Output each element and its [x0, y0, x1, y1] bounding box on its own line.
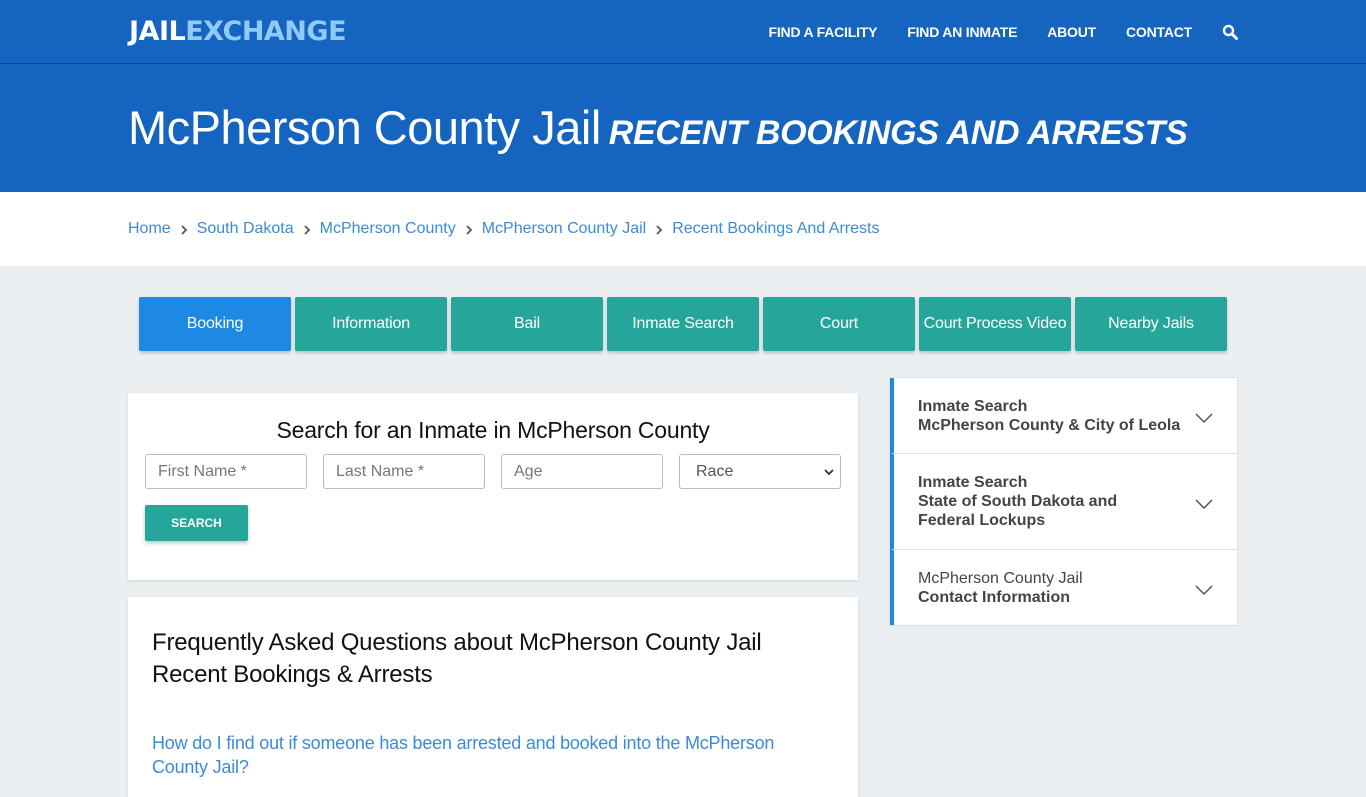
- breadcrumb-south-dakota[interactable]: South Dakota: [197, 220, 294, 238]
- chevron-down-icon: [1195, 496, 1213, 509]
- tab-nearby-jails[interactable]: Nearby Jails: [1075, 297, 1227, 351]
- breadcrumb-mcpherson-county[interactable]: McPherson County: [320, 220, 456, 238]
- breadcrumb: Home South Dakota McPherson County McPhe…: [0, 192, 1366, 266]
- page-title: McPherson County Jail RECENT BOOKINGS AND…: [128, 64, 1188, 155]
- inmate-search-card: Search for an Inmate in McPherson County…: [128, 393, 858, 580]
- tab-court[interactable]: Court: [763, 297, 915, 351]
- chevron-down-icon: [824, 463, 834, 481]
- first-name-input[interactable]: First Name *: [145, 454, 307, 489]
- faq-title: Frequently Asked Questions about McPhers…: [152, 627, 834, 691]
- search-icon[interactable]: [1222, 24, 1238, 40]
- accordion-label: Inmate Search McPherson County & City of…: [918, 397, 1180, 435]
- accordion-inmate-search-county[interactable]: Inmate Search McPherson County & City of…: [890, 378, 1237, 454]
- race-select-value: Race: [696, 462, 734, 480]
- search-fields: First Name * Last Name * Age Race: [128, 454, 858, 489]
- nav-contact[interactable]: CONTACT: [1126, 24, 1192, 40]
- chevron-right-icon: [303, 223, 311, 235]
- logo-jail-text: JAIL: [129, 16, 186, 47]
- chevron-down-icon: [1195, 410, 1213, 423]
- main-nav: FIND A FACILITY FIND AN INMATE ABOUT CON…: [739, 0, 1238, 64]
- chevron-down-icon: [1195, 582, 1213, 595]
- tab-booking[interactable]: Booking: [139, 297, 291, 351]
- page-hero: McPherson County Jail RECENT BOOKINGS AND…: [0, 64, 1366, 192]
- breadcrumb-recent-bookings[interactable]: Recent Bookings And Arrests: [672, 220, 879, 238]
- accordion-line1: McPherson County Jail: [918, 569, 1083, 587]
- accordion-line2: Contact Information: [918, 588, 1070, 606]
- nav-about[interactable]: ABOUT: [1047, 24, 1096, 40]
- page-title-main: McPherson County Jail: [128, 101, 601, 154]
- accordion-label: Inmate Search State of South Dakota and …: [918, 473, 1168, 530]
- chevron-right-icon: [465, 223, 473, 235]
- nav-find-a-facility[interactable]: FIND A FACILITY: [769, 24, 878, 40]
- tab-inmate-search[interactable]: Inmate Search: [607, 297, 759, 351]
- accordion-line2: State of South Dakota and Federal Lockup…: [918, 493, 1118, 529]
- breadcrumb-home[interactable]: Home: [128, 220, 171, 238]
- faq-title-line1: Frequently Asked Questions about McPhers…: [152, 629, 762, 656]
- faq-card: Frequently Asked Questions about McPhers…: [128, 597, 858, 797]
- accordion-line2: McPherson County & City of Leola: [918, 416, 1181, 434]
- tab-bail[interactable]: Bail: [451, 297, 603, 351]
- search-card-title: Search for an Inmate in McPherson County: [276, 417, 710, 443]
- breadcrumb-mcpherson-county-jail[interactable]: McPherson County Jail: [482, 220, 647, 238]
- chevron-right-icon: [655, 223, 663, 235]
- search-button[interactable]: SEARCH: [145, 505, 248, 541]
- section-tabs: Booking Information Bail Inmate Search C…: [139, 297, 1231, 351]
- accordion-label: McPherson County Jail Contact Informatio…: [918, 569, 1083, 607]
- tab-court-process-video[interactable]: Court Process Video: [919, 297, 1071, 351]
- race-select[interactable]: Race: [679, 454, 841, 489]
- age-input[interactable]: Age: [501, 454, 663, 489]
- sidebar-accordion: Inmate Search McPherson County & City of…: [889, 377, 1238, 626]
- top-navbar: JAILEXCHANGE FIND A FACILITY FIND AN INM…: [0, 0, 1366, 64]
- accordion-line1: Inmate Search: [918, 397, 1028, 415]
- jailexchange-logo[interactable]: JAILEXCHANGE: [129, 16, 347, 47]
- faq-title-line2: Recent Bookings & Arrests: [152, 661, 433, 688]
- chevron-right-icon: [180, 223, 188, 235]
- accordion-contact-information[interactable]: McPherson County Jail Contact Informatio…: [890, 550, 1237, 625]
- accordion-line1: Inmate Search: [918, 474, 1028, 491]
- logo-exchange-text: EXCHANGE: [185, 16, 347, 47]
- tab-information[interactable]: Information: [295, 297, 447, 351]
- last-name-input[interactable]: Last Name *: [323, 454, 485, 489]
- faq-question-link[interactable]: How do I find out if someone has been ar…: [152, 731, 834, 779]
- accordion-inmate-search-state[interactable]: Inmate Search State of South Dakota and …: [890, 454, 1237, 550]
- page-title-subtitle: RECENT BOOKINGS AND ARRESTS: [608, 114, 1188, 152]
- nav-find-an-inmate[interactable]: FIND AN INMATE: [907, 24, 1017, 40]
